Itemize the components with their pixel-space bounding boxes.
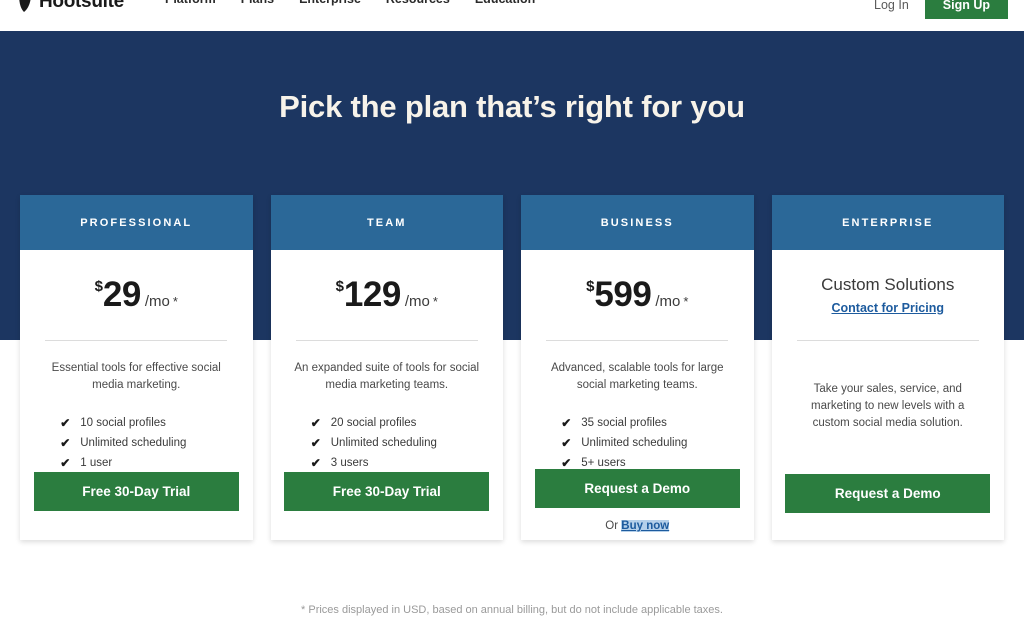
- primary-nav-links: Platform Plans Enterprise Resources Educ…: [165, 0, 535, 6]
- list-item: ✔ Unlimited scheduling: [561, 437, 721, 449]
- check-icon: ✔: [310, 456, 321, 470]
- card-header-enterprise: ENTERPRISE: [771, 195, 1004, 250]
- card-header-team: TEAM: [270, 195, 503, 250]
- currency-symbol: $: [586, 278, 595, 295]
- plan-description: Advanced, scalable tools for large socia…: [550, 362, 724, 391]
- card-header-business: BUSINESS: [521, 195, 754, 250]
- logo-wordmark: Hootsuite: [39, 0, 124, 12]
- pricing-card-enterprise: ENTERPRISE Custom Solutions Contact for …: [771, 195, 1005, 540]
- currency-symbol: $: [335, 278, 344, 295]
- feature-label: 20 social profiles: [330, 417, 417, 429]
- request-demo-button[interactable]: Request a Demo: [785, 474, 991, 513]
- contact-for-pricing-link[interactable]: Contact for Pricing: [831, 301, 944, 315]
- plan-description: Take your sales, service, and marketing …: [811, 383, 965, 429]
- list-item: ✔ 1 user: [60, 457, 220, 469]
- check-icon: ✔: [310, 416, 321, 430]
- cta-area-professional: Free 30-Day Trial: [20, 472, 253, 540]
- feature-label: Unlimited scheduling: [581, 437, 688, 449]
- check-icon: ✔: [561, 436, 572, 450]
- nav-item-plans[interactable]: Plans: [241, 0, 274, 6]
- plan-name: PROFESSIONAL: [80, 216, 193, 229]
- nav-item-platform[interactable]: Platform: [165, 0, 216, 6]
- list-item: ✔ 10 social profiles: [60, 417, 220, 429]
- hootsuite-logo[interactable]: Hootsuite ®: [18, 0, 134, 13]
- feature-label: 5+ users: [581, 457, 626, 469]
- card-divider: [45, 340, 228, 341]
- feature-list: ✔ 20 social profiles ✔ Unlimited schedul…: [311, 417, 471, 469]
- card-divider: [796, 340, 979, 341]
- cta-area-enterprise: Request a Demo: [772, 474, 1005, 540]
- list-item: ✔ 35 social profiles: [561, 417, 721, 429]
- nav-item-resources[interactable]: Resources: [386, 0, 450, 6]
- hootsuite-owl-icon: [18, 0, 35, 13]
- list-item: ✔ Unlimited scheduling: [60, 437, 220, 449]
- feature-label: Unlimited scheduling: [80, 437, 187, 449]
- price-footnote-marker: *: [172, 294, 178, 309]
- cta-area-business: Request a Demo Or Buy now: [521, 469, 754, 540]
- pricing-card-business: BUSINESS $ 599 /mo * Advanced, scalable …: [521, 195, 754, 540]
- top-navigation-bar: Hootsuite ® Platform Plans Enterprise Re…: [0, 0, 1024, 31]
- page-title: Pick the plan that’s right for you: [279, 89, 745, 124]
- plan-description: An expanded suite of tools for social me…: [294, 362, 480, 391]
- price-block-team: $ 129 /mo *: [271, 250, 504, 340]
- plan-description: Essential tools for effective social med…: [51, 362, 221, 391]
- free-trial-button[interactable]: Free 30-Day Trial: [284, 472, 490, 511]
- custom-pricing-block: Custom Solutions Contact for Pricing: [772, 250, 1005, 340]
- price-period: /mo: [404, 293, 430, 310]
- feature-label: 1 user: [80, 457, 113, 469]
- buy-now-link[interactable]: Buy now: [621, 520, 670, 532]
- free-trial-button[interactable]: Free 30-Day Trial: [33, 472, 239, 511]
- list-item: ✔ 5+ users: [561, 457, 721, 469]
- price-period: /mo: [144, 293, 170, 310]
- feature-label: 35 social profiles: [581, 417, 667, 429]
- custom-solutions-title: Custom Solutions: [821, 275, 955, 294]
- nav-item-enterprise[interactable]: Enterprise: [299, 0, 361, 6]
- price-block-business: $ 599 /mo *: [521, 250, 754, 340]
- nav-account-actions: Log In Sign Up: [874, 0, 1008, 19]
- price-footnote-marker: *: [683, 294, 689, 309]
- nav-item-education[interactable]: Education: [475, 0, 535, 6]
- plan-name: BUSINESS: [600, 216, 674, 229]
- card-header-professional: PROFESSIONAL: [20, 195, 253, 250]
- feature-label: 3 users: [330, 457, 369, 469]
- list-item: ✔ Unlimited scheduling: [311, 437, 471, 449]
- sign-up-button[interactable]: Sign Up: [924, 0, 1008, 19]
- check-icon: ✔: [561, 456, 572, 470]
- feature-label: 10 social profiles: [80, 417, 166, 429]
- pricing-card-team: TEAM $ 129 /mo * An expanded suite of to…: [270, 195, 504, 540]
- feature-list: ✔ 10 social profiles ✔ Unlimited schedul…: [60, 417, 220, 469]
- check-icon: ✔: [60, 416, 71, 430]
- plan-name: ENTERPRISE: [842, 216, 934, 229]
- pricing-footnote: * Prices displayed in USD, based on annu…: [301, 604, 723, 616]
- price-amount: 599: [594, 275, 652, 314]
- currency-symbol: $: [94, 278, 103, 295]
- price-period: /mo: [655, 293, 681, 310]
- card-divider: [546, 340, 729, 341]
- cta-area-team: Free 30-Day Trial: [271, 472, 504, 540]
- check-icon: ✔: [60, 436, 71, 450]
- request-demo-button[interactable]: Request a Demo: [534, 469, 740, 508]
- price-amount: 129: [343, 275, 401, 314]
- list-item: ✔ 20 social profiles: [311, 417, 471, 429]
- check-icon: ✔: [60, 456, 71, 470]
- price-footnote-marker: *: [432, 294, 438, 309]
- check-icon: ✔: [561, 416, 572, 430]
- list-item: ✔ 3 users: [311, 457, 471, 469]
- price-amount: 29: [102, 275, 141, 314]
- feature-label: Unlimited scheduling: [330, 437, 437, 449]
- pricing-cards-container: PROFESSIONAL $ 29 /mo * Essential tools …: [20, 195, 1004, 540]
- log-in-link[interactable]: Log In: [874, 0, 909, 12]
- pricing-page: Hootsuite ® Platform Plans Enterprise Re…: [0, 0, 1024, 634]
- plan-name: TEAM: [366, 216, 407, 229]
- buy-now-prefix: Or: [605, 520, 622, 532]
- feature-list: ✔ 35 social profiles ✔ Unlimited schedul…: [561, 417, 721, 469]
- card-divider: [295, 340, 478, 341]
- pricing-card-professional: PROFESSIONAL $ 29 /mo * Essential tools …: [20, 195, 253, 540]
- price-block-professional: $ 29 /mo *: [20, 250, 253, 340]
- check-icon: ✔: [310, 436, 321, 450]
- buy-now-row: Or Buy now: [605, 520, 670, 532]
